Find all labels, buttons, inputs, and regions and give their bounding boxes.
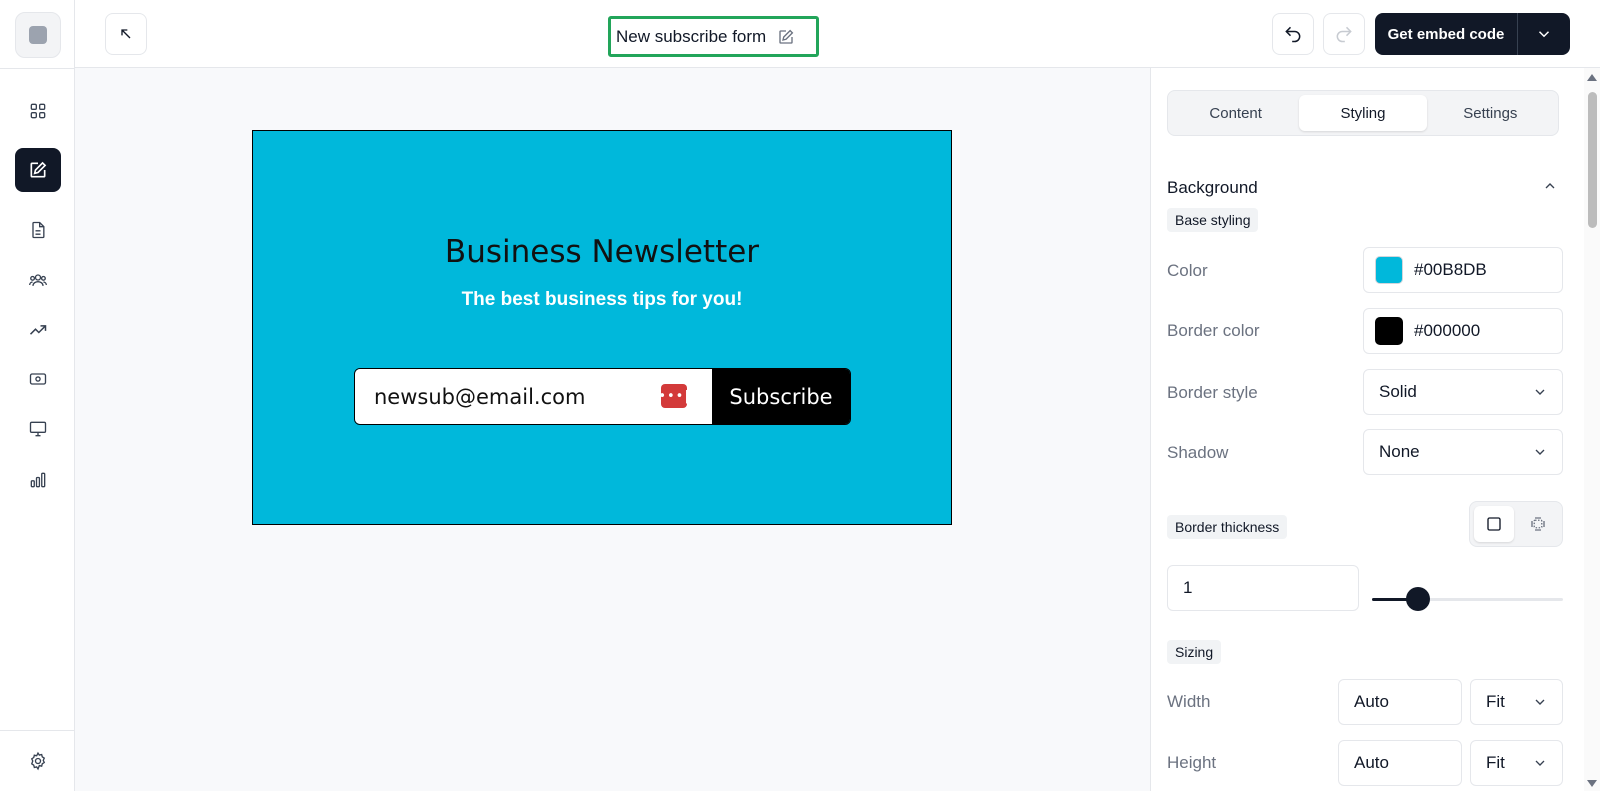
border-thickness-input[interactable]: 1 <box>1167 565 1359 611</box>
money-icon <box>29 373 47 385</box>
left-nav-rail <box>0 0 75 791</box>
password-manager-icon[interactable]: •••| <box>658 384 689 408</box>
width-mode-select[interactable]: Fit <box>1470 679 1563 725</box>
border-color-label: Border color <box>1167 321 1260 340</box>
shadow-select[interactable]: None <box>1363 429 1563 475</box>
panel-scrollbar[interactable] <box>1584 68 1600 791</box>
styling-panel: Content Styling Settings Background Base… <box>1150 68 1600 791</box>
sizing-chip: Sizing <box>1167 640 1222 664</box>
height-label: Height <box>1167 753 1217 772</box>
edit-icon <box>30 161 47 178</box>
slider-thumb[interactable] <box>1406 587 1430 611</box>
users-icon <box>29 274 47 286</box>
rail-divider <box>0 730 75 731</box>
shadow-value: None <box>1379 442 1420 461</box>
height-mode-value: Fit <box>1486 753 1505 772</box>
width-label: Width <box>1167 692 1211 711</box>
border-color-swatch[interactable] <box>1375 317 1403 345</box>
individual-sides-toggle[interactable] <box>1518 506 1558 542</box>
color-picker[interactable]: #00B8DB <box>1363 247 1563 293</box>
nav-growth-button[interactable] <box>15 308 61 352</box>
chevron-down-icon <box>1532 444 1548 460</box>
pencil-icon[interactable] <box>777 28 795 46</box>
width-value: Auto <box>1354 692 1389 711</box>
embed-label: Get embed code <box>1387 25 1505 43</box>
scrollbar-thumb[interactable] <box>1588 92 1597 228</box>
email-value: newsub@email.com <box>374 384 586 409</box>
preview-title: Business Newsletter <box>444 234 760 270</box>
tab-styling[interactable]: Styling <box>1299 95 1427 131</box>
collapse-chevron-up-icon[interactable] <box>1542 178 1558 199</box>
border-side-toggle <box>1469 501 1563 547</box>
all-sides-toggle[interactable] <box>1474 506 1514 542</box>
subscribe-button[interactable]: Subscribe <box>712 369 850 424</box>
height-mode-select[interactable]: Fit <box>1470 740 1563 786</box>
chevron-down-icon <box>1532 384 1548 400</box>
height-value: Auto <box>1354 753 1389 772</box>
logo-icon <box>29 26 47 44</box>
chevron-down-icon <box>1532 755 1548 771</box>
trending-up-icon <box>29 325 47 335</box>
document-icon <box>32 221 45 239</box>
settings-gear-icon <box>30 751 46 771</box>
nav-website-button[interactable] <box>15 407 61 451</box>
nav-dashboard-button[interactable] <box>15 89 61 133</box>
get-embed-code-button[interactable]: Get embed code <box>1375 13 1570 55</box>
form-preview-card[interactable]: Business Newsletter The best business ti… <box>252 130 952 525</box>
width-mode-value: Fit <box>1486 692 1505 711</box>
border-style-value: Solid <box>1379 382 1417 401</box>
base-styling-chip: Base styling <box>1167 208 1259 232</box>
border-thickness-value: 1 <box>1183 578 1193 597</box>
nav-forms-button[interactable] <box>15 148 61 192</box>
background-section-title[interactable]: Background <box>1167 178 1258 198</box>
color-label: Color <box>1167 261 1208 280</box>
color-swatch[interactable] <box>1375 256 1403 284</box>
preview-subtitle: The best business tips for you! <box>461 289 743 310</box>
border-color-value: #000000 <box>1414 321 1481 340</box>
nav-audience-button[interactable] <box>15 258 61 302</box>
arrow-up-left-icon <box>121 29 131 39</box>
rail-divider <box>0 68 75 69</box>
exit-editor-button[interactable] <box>105 13 147 55</box>
panel-tabs: Content Styling Settings <box>1167 90 1559 136</box>
bar-chart-icon <box>30 472 46 488</box>
height-input[interactable]: Auto <box>1338 740 1462 786</box>
border-style-label: Border style <box>1167 383 1258 402</box>
form-title: New subscribe form <box>616 26 767 46</box>
embed-options-dropdown[interactable] <box>1518 25 1570 43</box>
nav-documents-button[interactable] <box>15 208 61 252</box>
tab-content[interactable]: Content <box>1172 95 1299 131</box>
top-bar: New subscribe form Get embed code <box>75 0 1600 68</box>
nav-monetization-button[interactable] <box>15 357 61 401</box>
monitor-icon <box>29 421 47 437</box>
tab-settings[interactable]: Settings <box>1427 95 1554 131</box>
redo-icon <box>1336 26 1352 43</box>
color-value: #00B8DB <box>1414 260 1487 279</box>
undo-button[interactable] <box>1272 13 1314 55</box>
nav-settings-button[interactable] <box>15 739 61 783</box>
chevron-down-icon <box>1538 31 1550 38</box>
app-logo[interactable] <box>15 12 61 58</box>
editor-canvas: Business Newsletter The best business ti… <box>75 68 1150 791</box>
email-input[interactable]: newsub@email.com •••| <box>355 369 712 424</box>
border-style-select[interactable]: Solid <box>1363 369 1563 415</box>
redo-button[interactable] <box>1323 13 1365 55</box>
chevron-down-icon <box>1532 694 1548 710</box>
border-thickness-chip: Border thickness <box>1167 515 1288 539</box>
form-title-editable[interactable]: New subscribe form <box>608 16 819 57</box>
subscribe-row: newsub@email.com •••| Subscribe <box>354 368 851 425</box>
border-color-picker[interactable]: #000000 <box>1363 308 1563 354</box>
border-thickness-slider[interactable] <box>1372 587 1563 611</box>
undo-icon <box>1285 26 1301 43</box>
width-input[interactable]: Auto <box>1338 679 1462 725</box>
grid-icon <box>30 103 46 119</box>
square-icon <box>1487 517 1501 531</box>
scroll-up-arrow-icon[interactable] <box>1587 74 1597 81</box>
shadow-label: Shadow <box>1167 443 1229 462</box>
nav-analytics-button[interactable] <box>15 458 61 502</box>
sides-icon <box>1531 517 1545 531</box>
scroll-down-arrow-icon[interactable] <box>1587 780 1597 787</box>
